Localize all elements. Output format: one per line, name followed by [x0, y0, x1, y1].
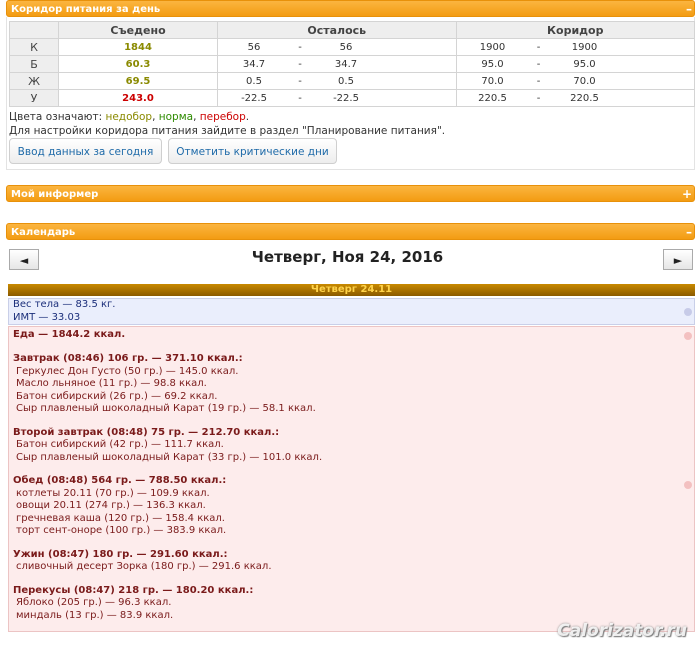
left-range: 34.7 - 34.7 — [217, 55, 457, 73]
meal-item: Сыр плавленый шоколадный Карат (33 гр.) … — [16, 451, 323, 463]
corridor-row: У 243.0 -22.5 - -22.5 220.5 - 220.5 — [9, 89, 695, 107]
corridor-panel-title: Коридор питания за день — [11, 4, 161, 15]
collapse-icon[interactable]: – — [686, 224, 692, 241]
meal-item: торт сент-оноре (100 гр.) — 383.9 ккал. — [16, 525, 227, 536]
calendar-panel-title: Календарь — [11, 227, 76, 238]
col-eaten: Съедено — [58, 21, 218, 39]
watermark-logo: Calorizator.ru — [557, 621, 687, 641]
meal-item: овощи 20.11 (274 гр.) — 136.3 ккал. — [16, 500, 206, 511]
left-max: 34.7 — [334, 58, 358, 70]
corridor-max: 1900 — [571, 41, 598, 53]
range-dash: - — [298, 75, 302, 87]
informer-panel-header[interactable]: Мой информер + — [6, 185, 695, 202]
meal-header: Обед (08:48) 564 гр. — 788.50 ккал.: — [13, 475, 227, 486]
meal-item: сливочный десерт Зорка (180 гр.) — 291.6… — [16, 561, 272, 572]
eaten-value: 1844 — [58, 38, 218, 56]
col-corridor: Коридор — [455, 21, 695, 39]
left-range: 56 - 56 — [217, 38, 457, 56]
row-label: У — [9, 89, 59, 107]
meal-header: Перекусы (08:47) 218 гр. — 180.20 ккал.: — [13, 584, 254, 596]
left-min: 56 — [247, 41, 261, 53]
legend-norm: норма — [158, 111, 194, 123]
meal-item: котлеты 20.11 (70 гр.) — 109.9 ккал. — [16, 487, 210, 499]
collapse-icon[interactable]: – — [686, 1, 692, 18]
left-max: 56 — [339, 41, 353, 53]
meal-item: гречневая каша (120 гр.) — 158.4 ккал. — [16, 512, 225, 524]
legend-prefix: Цвета означают: — [9, 111, 103, 123]
row-label: Ж — [9, 72, 59, 90]
corridor-range: 220.5 - 220.5 — [455, 89, 695, 107]
food-total: Еда — 1844.2 ккал. — [13, 329, 126, 340]
enter-today-button[interactable]: Ввод данных за сегодня — [9, 138, 162, 164]
meal-item: Яблоко (205 гр.) — 96.3 ккал. — [16, 597, 172, 608]
color-legend: Цвета означают: недобор, норма, перебор. — [9, 111, 250, 123]
eaten-value: 69.5 — [58, 72, 218, 90]
left-range: -22.5 - -22.5 — [217, 89, 457, 107]
lunch-edit-icon[interactable] — [684, 481, 692, 489]
corridor-panel-body: Съедено Осталось Коридор К 1844 56 - 56 1900 -… — [6, 17, 695, 170]
informer-panel-title: Мой информер — [11, 189, 99, 200]
corridor-row: Б 60.3 34.7 - 34.7 95.0 - 95.0 — [9, 55, 695, 73]
food-edit-icon[interactable] — [684, 332, 692, 340]
range-dash: - — [536, 92, 541, 104]
food-block[interactable]: Еда — 1844.2 ккал. Завтрак (08:46) 106 гр… — [8, 326, 695, 632]
left-min: 34.7 — [242, 58, 266, 70]
corridor-range: 70.0 - 70.0 — [455, 72, 695, 90]
range-dash: - — [298, 58, 302, 70]
weight-edit-icon[interactable] — [684, 308, 692, 316]
corner-cell — [9, 21, 59, 39]
corridor-panel-header[interactable]: Коридор питания за день – — [6, 0, 695, 17]
bmi-text: ИМТ — 33.03 — [13, 311, 81, 323]
corridor-row: Ж 69.5 0.5 - 0.5 70.0 - 70.0 — [9, 72, 695, 90]
corridor-row: К 1844 56 - 56 1900 - 1900 — [9, 38, 695, 56]
left-range: 0.5 - 0.5 — [217, 72, 457, 90]
row-label: К — [9, 38, 59, 56]
corridor-range: 1900 - 1900 — [455, 38, 695, 56]
weight-block[interactable]: Вес тела — 83.5 кг. ИМТ — 33.03 — [8, 298, 695, 325]
corridor-min: 70.0 — [481, 75, 504, 87]
meal-header: Второй завтрак (08:48) 75 гр. — 212.70 к… — [13, 426, 280, 438]
meal-item: Сыр плавленый шоколадный Карат (19 гр.) … — [16, 403, 316, 414]
corridor-min: 95.0 — [481, 58, 504, 70]
range-dash: - — [536, 41, 541, 53]
calendar-date: Четверг, Ноя 24, 2016 — [251, 248, 444, 266]
range-dash: - — [298, 92, 302, 104]
range-dash: - — [536, 75, 541, 87]
left-min: -22.5 — [241, 92, 267, 104]
corridor-min: 1900 — [479, 41, 506, 53]
left-max: 0.5 — [338, 75, 354, 87]
mark-critical-days-button[interactable]: Отметить критические дни — [168, 138, 337, 164]
eaten-value: 243.0 — [58, 89, 218, 107]
range-dash: - — [298, 41, 302, 53]
planning-note: Для настройки коридора питания зайдите в… — [9, 125, 446, 137]
meal-header: Ужин (08:47) 180 гр. — 291.60 ккал.: — [13, 548, 228, 560]
range-dash: - — [536, 58, 541, 70]
prev-day-button[interactable]: ◄ — [9, 249, 39, 270]
meal-item: Батон сибирский (42 гр.) — 111.7 ккал. — [16, 439, 224, 450]
left-max: -22.5 — [333, 92, 359, 104]
next-day-button[interactable]: ► — [663, 249, 693, 270]
row-label: Б — [9, 55, 59, 73]
corridor-max: 220.5 — [570, 92, 599, 104]
corridor-min: 220.5 — [478, 92, 507, 104]
corridor-range: 95.0 - 95.0 — [455, 55, 695, 73]
corridor-max: 70.0 — [573, 75, 596, 87]
meal-item: Геркулес Дон Густо (50 гр.) — 145.0 ккал… — [16, 365, 239, 377]
eaten-value: 60.3 — [58, 55, 218, 73]
meal-item: миндаль (13 гр.) — 83.9 ккал. — [16, 609, 174, 621]
legend-over: перебор — [199, 111, 246, 123]
corridor-max: 95.0 — [573, 58, 596, 70]
expand-icon[interactable]: + — [682, 186, 692, 203]
meal-item: Батон сибирский (26 гр.) — 69.2 ккал. — [16, 390, 218, 402]
corridor-table: Съедено Осталось Коридор К 1844 56 - 56 1900 -… — [9, 21, 695, 107]
left-min: 0.5 — [246, 75, 262, 87]
weight-text: Вес тела — 83.5 кг. — [13, 299, 116, 310]
meal-item: Масло льняное (11 гр.) — 98.8 ккал. — [16, 378, 207, 389]
col-left: Осталось — [217, 21, 457, 39]
day-label: Четверг 24.11 — [8, 284, 695, 296]
calendar-panel-header[interactable]: Календарь – — [6, 223, 695, 240]
legend-under: недобор — [105, 111, 153, 123]
meal-header: Завтрак (08:46) 106 гр. — 371.10 ккал.: — [13, 353, 243, 364]
